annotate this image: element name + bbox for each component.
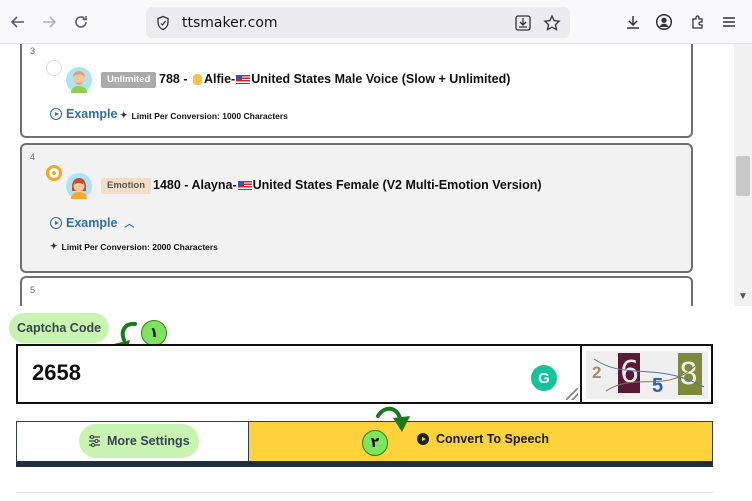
convert-to-speech-button[interactable]: Convert To Speech	[249, 422, 712, 461]
menu-icon[interactable]	[717, 10, 741, 34]
voice-title: 788 - Alfie- United States Male Voice (Sl…	[159, 72, 511, 86]
male-avatar-icon	[66, 67, 92, 93]
voice-radio-selected[interactable]	[46, 165, 62, 181]
us-flag-icon	[237, 181, 252, 191]
grammarly-icon[interactable]: G	[531, 365, 557, 391]
step-badge-two: ٢	[362, 430, 388, 456]
divider	[16, 492, 713, 493]
settings-sliders-icon	[89, 435, 100, 447]
scrollbar[interactable]: ▼	[734, 44, 752, 306]
female-avatar-icon	[66, 173, 92, 199]
captcha-input[interactable]: 2658 G	[16, 344, 581, 404]
sparkle-icon: ✦	[50, 241, 58, 251]
account-icon[interactable]	[652, 10, 676, 34]
voice-tag: Unlimited	[101, 72, 157, 88]
conversion-limit: ✦ Limit Per Conversion: 2000 Characters	[50, 241, 218, 252]
conversion-limit: ✦ Limit Per Conversion: 1000 Characters	[120, 110, 288, 121]
play-circle-icon	[50, 216, 62, 229]
back-arrow-icon[interactable]	[6, 10, 30, 34]
resize-handle-icon[interactable]	[566, 388, 578, 400]
captcha-label: Captcha Code	[9, 313, 110, 343]
us-flag-icon	[236, 75, 251, 85]
forward-arrow-icon[interactable]	[37, 10, 61, 34]
url-bar[interactable]: ttsmaker.com	[146, 7, 570, 38]
url-text[interactable]: ttsmaker.com	[182, 15, 278, 31]
more-settings-button[interactable]: More Settings	[79, 424, 199, 458]
voice-card[interactable]: 5	[20, 276, 693, 306]
captcha-input-value[interactable]: 2658	[32, 360, 81, 386]
install-app-icon[interactable]	[513, 13, 533, 33]
sparkle-icon: ✦	[120, 110, 128, 120]
voice-number: 5	[30, 285, 36, 295]
convert-label[interactable]: Convert To Speech	[417, 432, 549, 446]
chevron-up-icon[interactable]: ︿	[124, 215, 134, 230]
example-button[interactable]: Example	[50, 107, 117, 121]
bookmark-star-icon[interactable]	[542, 13, 562, 33]
voice-title: 1480 - Alayna- United States Female (V2 M…	[153, 178, 542, 192]
page: ttsmaker.com 3 Unlimited 788 - Alfie- Un…	[0, 0, 752, 501]
voice-card[interactable]: 3 Unlimited 788 - Alfie- United States Ma…	[20, 44, 693, 138]
captcha-image[interactable]: 2 6 5 8	[580, 344, 713, 404]
waving-hand-icon	[192, 74, 202, 86]
voice-number: 3	[30, 46, 36, 56]
voice-list[interactable]: 3 Unlimited 788 - Alfie- United States Ma…	[0, 44, 752, 306]
play-circle-icon	[50, 108, 62, 120]
example-button[interactable]: Example ︿	[50, 215, 134, 230]
scroll-thumb[interactable]	[736, 156, 750, 196]
play-icon	[417, 433, 429, 445]
step-badge-one: ١	[141, 320, 167, 346]
browser-toolbar: ttsmaker.com	[0, 0, 752, 44]
voice-tag: Emotion	[101, 178, 151, 194]
extensions-icon[interactable]	[686, 10, 710, 34]
more-settings-area[interactable]: More Settings	[17, 422, 249, 461]
captcha-image-canvas: 2 6 5 8	[586, 351, 708, 399]
scroll-down-icon[interactable]: ▼	[738, 291, 748, 302]
downloads-icon[interactable]	[621, 10, 645, 34]
site-info-icon[interactable]	[153, 13, 173, 33]
voice-number: 4	[30, 152, 36, 162]
reload-icon[interactable]	[69, 10, 93, 34]
voice-radio[interactable]	[46, 60, 62, 76]
voice-card-selected[interactable]: 4 Emotion 1480 - Alayna- United States Fe…	[20, 143, 693, 273]
